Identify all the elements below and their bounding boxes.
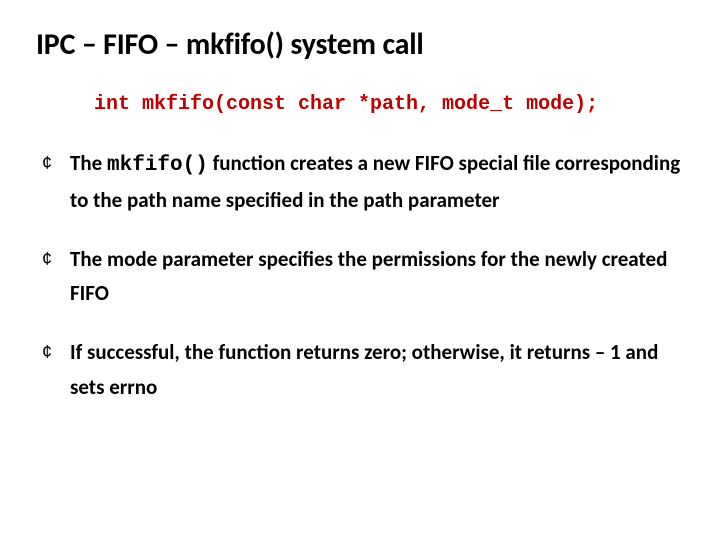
bullet-item: The mode parameter specifies the permiss… <box>36 242 684 311</box>
slide: IPC – FIFO – mkfifo() system call int mk… <box>0 0 720 540</box>
bullet-item: The mkfifo() function creates a new FIFO… <box>36 146 684 218</box>
bullet-code: mkfifo() <box>107 154 208 177</box>
bullet-text: The mode parameter specifies the permiss… <box>70 246 667 307</box>
function-signature: int mkfifo(const char *path, mode_t mode… <box>94 93 684 116</box>
bullet-list: The mkfifo() function creates a new FIFO… <box>36 146 684 405</box>
title-suffix: system call <box>284 26 424 63</box>
bullet-text-pre: The <box>70 150 107 176</box>
slide-title: IPC – FIFO – mkfifo() system call <box>36 28 684 63</box>
bullet-text: If successful, the function returns zero… <box>70 339 658 400</box>
bullet-item: If successful, the function returns zero… <box>36 335 684 404</box>
title-prefix: IPC – FIFO – <box>36 26 186 63</box>
title-func: mkfifo() <box>186 26 284 63</box>
